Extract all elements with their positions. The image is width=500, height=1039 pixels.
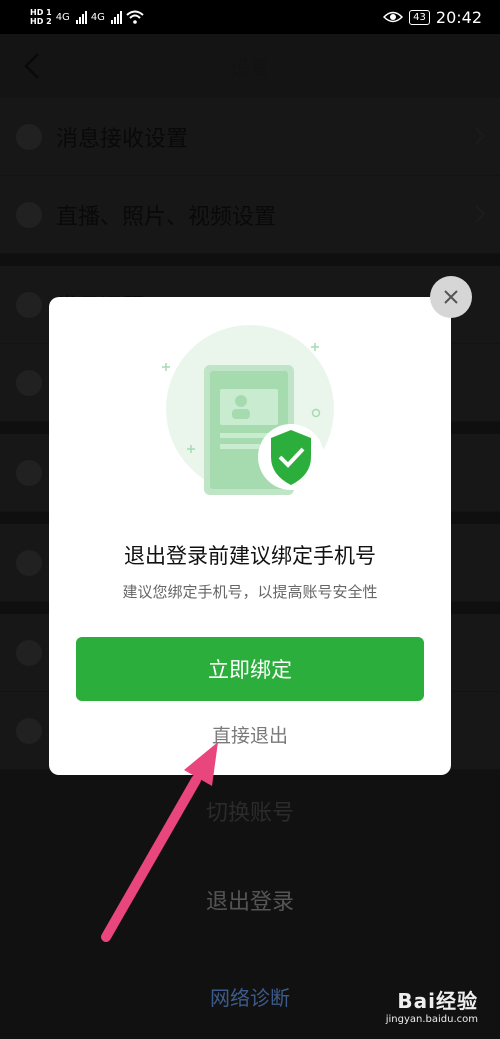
network-type-2: 4G	[90, 11, 105, 23]
dialog-subtitle: 建议您绑定手机号，以提高账号安全性	[122, 583, 378, 601]
close-dialog-button[interactable]	[430, 276, 472, 318]
clock: 20:42	[435, 7, 482, 27]
watermark-logo: Bai经验	[397, 989, 478, 1013]
hd2-badge: HD 2	[30, 17, 52, 26]
signal-icon	[110, 10, 122, 24]
baidu-watermark: Bai经验 jingyan.baidu.com	[386, 985, 478, 1025]
bind-phone-dialog: 退出登录前建议绑定手机号 建议您绑定手机号，以提高账号安全性 立即绑定 直接退出	[49, 297, 451, 775]
watermark-url: jingyan.baidu.com	[385, 1014, 478, 1025]
phone-shield-illustration	[162, 325, 334, 495]
close-icon	[444, 290, 458, 304]
wifi-icon	[126, 10, 144, 24]
bind-now-button[interactable]: 立即绑定	[76, 637, 424, 701]
hd-badges: HD 1 HD 2	[30, 8, 52, 26]
signal-indicators: HD 1 HD 2 4G 4G	[30, 8, 144, 26]
network-type-1: 4G	[55, 11, 70, 23]
switch-account-button[interactable]: 切换账号	[0, 795, 500, 827]
signal-icon	[75, 10, 87, 24]
hd1-badge: HD 1	[30, 8, 52, 17]
logout-button[interactable]: 退出登录	[0, 884, 500, 916]
eye-icon	[383, 11, 404, 23]
battery-icon: 43	[409, 9, 430, 25]
status-bar: HD 1 HD 2 4G 4G 43 20:42	[0, 0, 500, 34]
direct-exit-link[interactable]: 直接退出	[49, 721, 451, 748]
dialog-title: 退出登录前建议绑定手机号	[124, 544, 376, 568]
